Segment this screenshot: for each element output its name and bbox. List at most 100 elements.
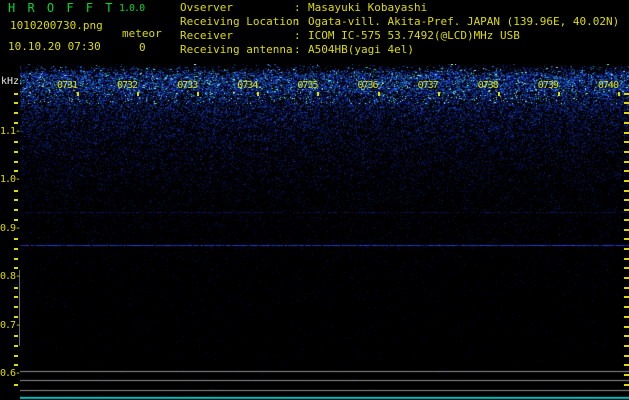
time-tick-label: 0738 (477, 80, 499, 91)
freq-minor-tick-left (14, 102, 18, 105)
info-label: Receiver (180, 29, 233, 42)
freq-minor-tick-right (624, 315, 629, 318)
freq-minor-tick-left (14, 286, 18, 289)
spectrogram-canvas (20, 64, 629, 400)
freq-minor-tick-right (624, 160, 629, 163)
freq-minor-tick-right (624, 112, 629, 115)
meteor-count: 0 (139, 41, 146, 54)
station-info-row: Ovserver: Masayuki Kobayashi (180, 1, 619, 15)
minute-tick (437, 92, 440, 96)
info-value: Masayuki Kobayashi (308, 1, 428, 14)
time-tick-label: 0734 (237, 80, 258, 91)
freq-minor-tick-right (624, 102, 629, 105)
freq-minor-tick-right (624, 344, 629, 347)
freq-minor-tick-left (14, 247, 18, 250)
station-info-panel: Ovserver: Masayuki Kobayashi Receiving Loc… (180, 1, 619, 57)
freq-unit-label: kHz (1, 76, 20, 87)
freq-minor-tick-right (624, 374, 629, 376)
freq-tick-label: 0.7- (0, 319, 21, 331)
freq-minor-tick-left (14, 141, 18, 144)
info-value: A504HB(yagi 4el) (308, 43, 414, 56)
station-info-row: Receiver: ICOM IC-575 53.7492(@LCD)MHz US… (180, 29, 619, 43)
freq-minor-tick-left (14, 364, 18, 367)
freq-minor-tick-left (14, 160, 18, 163)
freq-minor-tick-left (14, 238, 18, 241)
app-version: 1.0.0 (119, 3, 145, 14)
time-tick-label: 0740 (597, 80, 619, 91)
freq-minor-tick-left (14, 267, 18, 270)
station-info-row: Receiving antenna: A504HB(yagi 4el) (180, 43, 619, 57)
time-tick-label: 0739 (537, 80, 559, 91)
minute-tick (197, 92, 200, 96)
freq-minor-tick-right (624, 247, 629, 250)
hrofft-window: H R O F F T 1.0.0 1010200730.png meteor … (0, 0, 629, 400)
freq-minor-tick-right (624, 131, 629, 134)
minute-tick (497, 92, 500, 96)
freq-minor-tick-right (624, 228, 629, 231)
freq-minor-tick-left (14, 189, 18, 192)
freq-minor-tick-right (624, 325, 629, 328)
info-separator: : (294, 29, 301, 42)
freq-minor-tick-left (14, 121, 18, 124)
freq-minor-tick-left (14, 257, 18, 260)
freq-tick-label: 1.1- (0, 125, 21, 137)
freq-minor-tick-right (624, 209, 629, 212)
freq-minor-tick-right (624, 150, 629, 153)
freq-minor-tick-left (14, 354, 18, 357)
app-title: H R O F F T (8, 1, 115, 15)
freq-minor-tick-right (624, 286, 629, 289)
freq-minor-tick-left (14, 296, 18, 299)
freq-minor-tick-right (624, 238, 629, 241)
output-filename: 1010200730.png (10, 19, 103, 32)
datetime-label: 10.10.20 07:30 (8, 40, 101, 53)
freq-tick-label: 0.9- (0, 222, 21, 234)
freq-minor-tick-right (624, 277, 629, 279)
freq-tick-label: 0.6- (0, 368, 21, 379)
info-label: Receiving Location (180, 15, 300, 28)
minute-tick (77, 92, 79, 96)
freq-tick-label: 1.0- (0, 174, 21, 185)
time-tick-label: 0737 (417, 80, 439, 91)
freq-minor-tick-right (624, 354, 629, 357)
minute-tick (257, 92, 260, 96)
info-label: Receiving antenna (180, 43, 293, 56)
station-info-row: Receiving Location: Ogata-vill. Akita-Pre… (180, 15, 619, 29)
info-separator: : (294, 1, 301, 14)
info-separator: : (294, 43, 301, 56)
freq-minor-tick-left (14, 112, 18, 115)
freq-minor-tick-left (14, 209, 18, 212)
minute-tick (377, 92, 380, 96)
freq-minor-tick-left (14, 383, 18, 386)
info-separator: : (294, 15, 301, 28)
freq-minor-tick-right (624, 267, 629, 270)
freq-minor-tick-right (624, 141, 629, 144)
freq-minor-tick-left (14, 306, 18, 309)
time-tick-label: 0731 (57, 80, 78, 91)
freq-minor-tick-right (624, 180, 629, 182)
freq-minor-tick-right (624, 121, 629, 124)
info-value: Ogata-vill. Akita-Pref. JAPAN (139.96E, … (308, 15, 620, 28)
freq-minor-tick-left (14, 92, 18, 95)
freq-minor-tick-right (624, 199, 629, 202)
minute-tick (137, 92, 140, 96)
minute-tick (317, 92, 320, 96)
freq-minor-tick-left (14, 335, 18, 338)
freq-minor-tick-right (624, 364, 629, 367)
freq-minor-tick-left (14, 344, 18, 347)
freq-minor-tick-right (624, 218, 629, 221)
freq-minor-tick-left (14, 170, 18, 173)
mode-label: meteor (122, 27, 162, 40)
freq-minor-tick-right (624, 306, 629, 309)
time-tick-label: 0733 (177, 80, 198, 91)
info-label: Ovserver (180, 1, 233, 14)
freq-minor-tick-right (624, 335, 629, 338)
freq-minor-tick-left (14, 150, 18, 153)
freq-minor-tick-left (14, 218, 18, 221)
time-tick-label: 0736 (357, 80, 379, 91)
freq-minor-tick-right (624, 189, 629, 192)
minute-tick (617, 92, 620, 96)
freq-tick-label: 0.8- (0, 271, 21, 282)
time-tick-label: 0735 (297, 80, 318, 91)
info-value: ICOM IC-575 53.7492(@LCD)MHz USB (308, 29, 520, 42)
freq-minor-tick-right (624, 383, 629, 386)
